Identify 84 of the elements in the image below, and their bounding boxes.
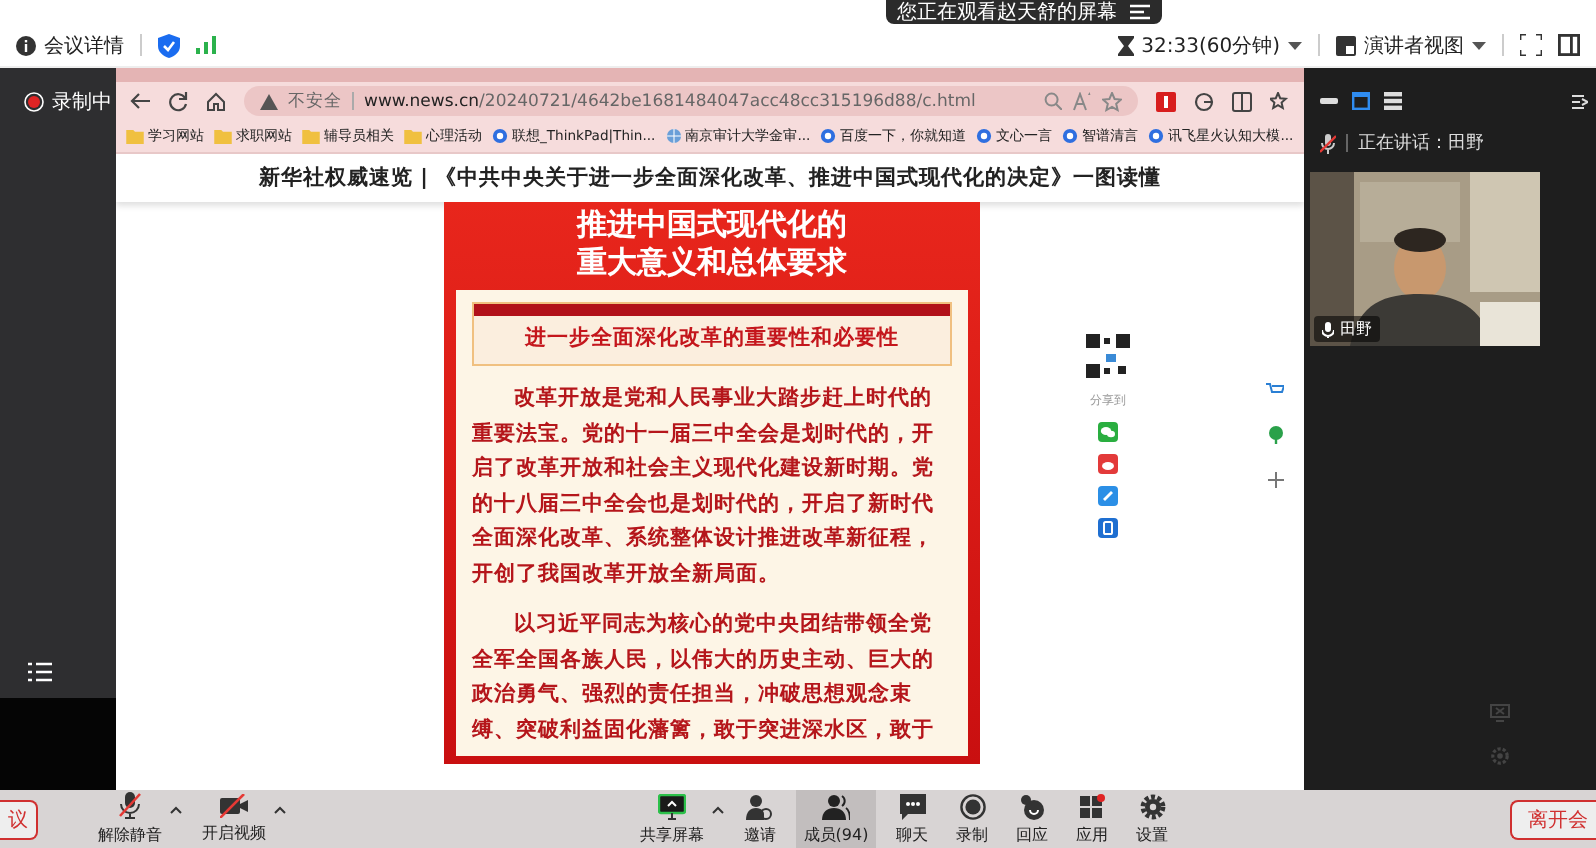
toolbar-button[interactable]: 录制: [948, 790, 997, 848]
site-icon: [1148, 128, 1165, 144]
shield-icon[interactable]: [158, 33, 180, 57]
leave-meeting-button[interactable]: 离开会: [1510, 799, 1596, 839]
info-icon: [16, 35, 36, 55]
link-icon[interactable]: [1098, 486, 1118, 506]
split-screen-icon[interactable]: [1232, 91, 1252, 111]
people-icon: [822, 793, 850, 819]
toolbar-button[interactable]: 开启视频: [194, 790, 274, 848]
timer-dropdown[interactable]: 32:33(60分钟): [1117, 31, 1302, 59]
chat-icon: [899, 793, 926, 819]
folder-icon: [404, 129, 422, 143]
extensions-icon[interactable]: [1194, 91, 1214, 111]
article-headline: 新华社权威速览 | 《中共中央关于进一步全面深化改革、推进中国式现代化的决定》一图读懂: [116, 154, 1304, 202]
poster-title: 推进中国式现代化的: [574, 206, 849, 244]
qr-code-icon: [1084, 332, 1132, 380]
cart-icon[interactable]: [1266, 382, 1284, 398]
site-icon: [1062, 128, 1079, 144]
view-mode-dropdown[interactable]: 演讲者视图: [1336, 31, 1486, 59]
end-meeting-button[interactable]: 议: [0, 799, 38, 839]
globe-icon: [665, 128, 682, 144]
home-icon[interactable]: [206, 91, 226, 111]
list-view-icon[interactable]: [1384, 92, 1402, 110]
toolbar-button[interactable]: 成员(94): [795, 790, 877, 848]
monitor-icon: [657, 793, 686, 819]
favorites-icon[interactable]: [1270, 91, 1290, 111]
extension-icon[interactable]: [1156, 91, 1176, 111]
toolbar-button[interactable]: 回应: [1008, 790, 1057, 848]
minimize-icon[interactable]: [1320, 98, 1338, 104]
caret-icon[interactable]: [274, 805, 286, 813]
muted-mic-icon: [1320, 133, 1336, 153]
layout-icon: [1336, 35, 1356, 55]
caret-icon[interactable]: [170, 805, 182, 813]
site-icon: [976, 128, 993, 144]
reaction-icon: [1019, 793, 1046, 819]
toolbar-button[interactable]: 聊天: [888, 790, 937, 848]
warning-icon: [260, 93, 278, 109]
recording-status: 录制中: [52, 89, 112, 116]
collapse-icon[interactable]: [1572, 93, 1588, 109]
reload-icon[interactable]: [168, 91, 188, 111]
person-add-icon: [746, 793, 773, 819]
speaking-label: 正在讲话：田野: [1358, 131, 1484, 156]
poster-paragraph: 改革开放是党和人民事业大踏步赶上时代的重要法宝。党的十一届三中全会是划时代的，开启了改革开放和社会主义现代化建设新时期。党的十八届三中全会也是划时代的，开启了新时代全面深化改革、系统整体设计推进改革新征程，开创了我国改革开放全新局面。: [472, 384, 936, 589]
tree-icon[interactable]: [1267, 426, 1283, 444]
site-icon: [820, 128, 837, 144]
toolbar-button[interactable]: 共享屏幕: [631, 790, 712, 848]
meeting-info-button[interactable]: 会议详情: [16, 31, 124, 59]
caret-icon[interactable]: [711, 805, 724, 813]
phone-icon[interactable]: [1098, 518, 1118, 538]
poster-title: 重大意义和总体要求: [575, 244, 849, 282]
hourglass-icon: [1117, 35, 1134, 55]
menu-icon[interactable]: [1129, 4, 1149, 20]
fullscreen-icon[interactable]: [1520, 34, 1542, 56]
empty-video-tile: [0, 698, 116, 790]
plus-icon[interactable]: [1267, 472, 1283, 488]
window-icon[interactable]: [1352, 92, 1370, 110]
toolbar-button[interactable]: 设置: [1128, 790, 1177, 848]
toolbar-button[interactable]: 解除静音: [90, 790, 170, 848]
banner-text: 您正在观看赵天舒的屏幕: [897, 0, 1117, 26]
weibo-icon[interactable]: [1098, 454, 1118, 474]
wechat-icon[interactable]: [1098, 422, 1118, 442]
folder-icon: [302, 129, 320, 143]
record-icon: [959, 793, 986, 819]
site-icon: [492, 128, 508, 144]
folder-icon: [214, 129, 232, 143]
record-dot-icon: [24, 92, 44, 112]
list-icon[interactable]: [28, 662, 52, 682]
caret-icon: [1472, 41, 1486, 49]
apps-icon: [1079, 793, 1106, 819]
star-icon[interactable]: [1102, 91, 1122, 111]
toolbar-button[interactable]: 邀请: [735, 790, 784, 848]
participant-name: 田野: [1340, 318, 1372, 340]
mic-icon: [1322, 321, 1334, 337]
back-icon[interactable]: [130, 92, 150, 110]
signal-icon: [196, 36, 216, 54]
section-title: 进一步全面深化改革的重要性和必要性: [525, 326, 899, 350]
muted-mic-icon: [118, 792, 142, 820]
camera-off-icon: [220, 794, 248, 818]
address-bar[interactable]: 不安全 www.news.cn/20240721/4642be1681484047acc48cc315196d88/c.html: [244, 86, 1138, 116]
caret-icon: [1288, 41, 1302, 49]
poster-paragraph: 以习近平同志为核心的党中央团结带领全党全军全国各族人民，以伟大的历史主动、巨大的政治勇气、强烈的责任担当，冲破思想观念束缚、突破利益固化藩篱，敢于突进深水区，敢于: [472, 609, 936, 745]
toolbar-button[interactable]: 应用: [1068, 790, 1117, 848]
folder-icon: [126, 129, 144, 143]
sidebar-toggle-icon[interactable]: [1558, 34, 1580, 56]
